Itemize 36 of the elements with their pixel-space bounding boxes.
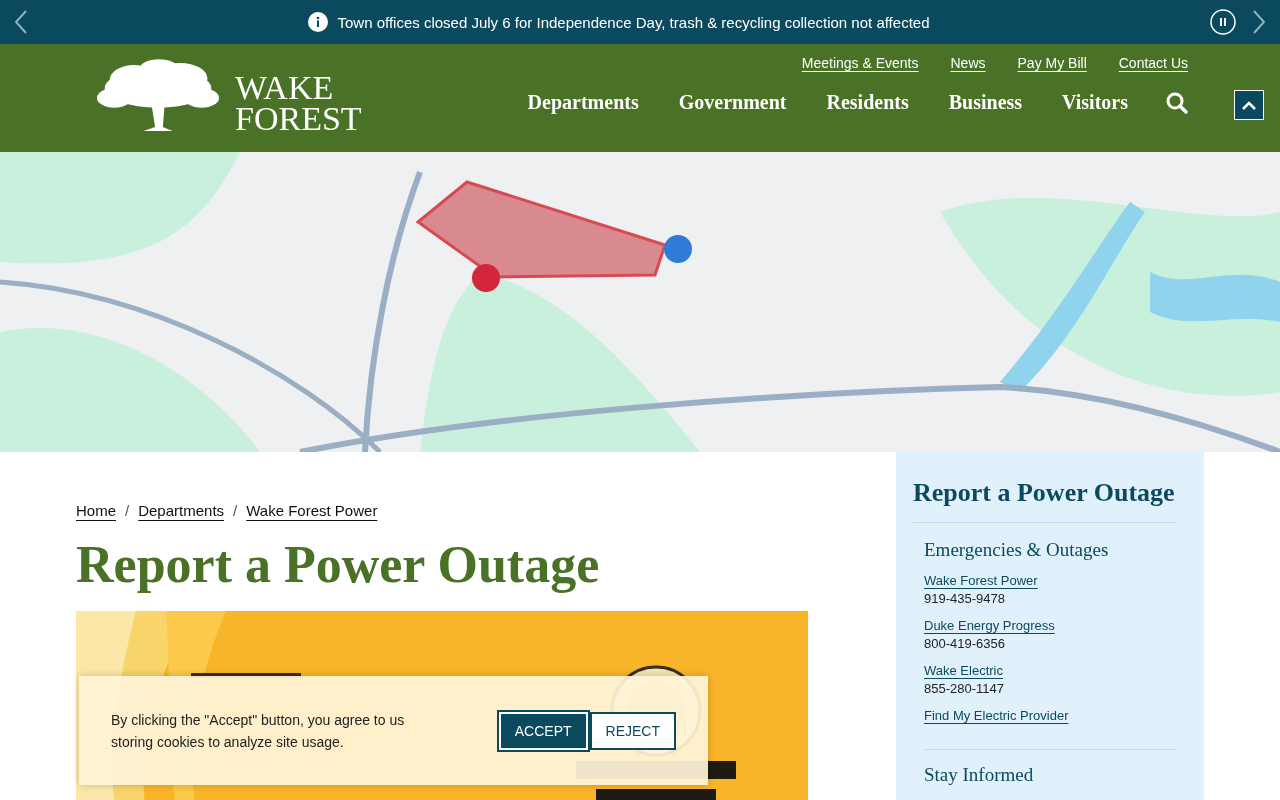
accept-button[interactable]: ACCEPT [498,711,588,750]
chevron-up-icon [1241,100,1257,110]
sidebar-link[interactable]: Find My Electric Provider [924,708,1069,723]
phone-number: 919-435-9478 [924,591,1006,606]
sidebar-title: Report a Power Outage [913,478,1176,523]
sidebar-link[interactable]: Duke Energy Progress [924,618,1055,633]
utility-link[interactable]: Contact Us [1118,55,1188,71]
breadcrumb-link[interactable]: Home [76,502,116,519]
nav-link[interactable]: Residents [826,91,909,114]
breadcrumb-separator: / [233,502,238,519]
nav-link[interactable]: Visitors [1062,91,1128,114]
breadcrumb-separator: / [125,502,130,519]
alert-text[interactable]: Town offices closed July 6 for Independence Day, trash & recycling collection not affected [337,13,930,31]
cookie-text: By clicking the "Accept" button, you agree to us storing cookies to analyze site usage. [111,710,406,752]
phone-number: 855-280-1147 [924,681,1005,696]
breadcrumb-link[interactable]: Wake Forest Power [246,502,378,519]
sidebar-link[interactable]: Wake Forest Power [924,573,1038,588]
phone-number: 800-419-6356 [924,636,1006,651]
reject-button[interactable]: REJECT [589,711,676,750]
nav-link[interactable]: Departments [527,91,639,114]
logo-text[interactable]: WAKE FOREST [235,72,362,134]
page-title: Report a Power Outage [76,535,601,595]
scroll-to-top-button[interactable] [1234,90,1264,120]
info-icon [308,12,329,32]
tree-logo-icon[interactable] [95,58,221,134]
nav-link[interactable]: Business [948,91,1023,114]
search-icon[interactable] [1166,91,1188,114]
breadcrumb-link[interactable]: Departments [138,502,225,519]
nav-link[interactable]: Government [678,91,787,114]
utility-link[interactable]: Pay My Bill [1017,55,1087,71]
pause-icon[interactable] [1210,9,1236,35]
section-heading: Stay Informed [924,764,1035,786]
sidebar-link[interactable]: Wake Electric [924,663,1003,678]
utility-link[interactable]: Meetings & Events [801,55,919,71]
section-heading: Emergencies & Outages [924,539,1110,561]
utility-link[interactable]: News [950,55,986,71]
